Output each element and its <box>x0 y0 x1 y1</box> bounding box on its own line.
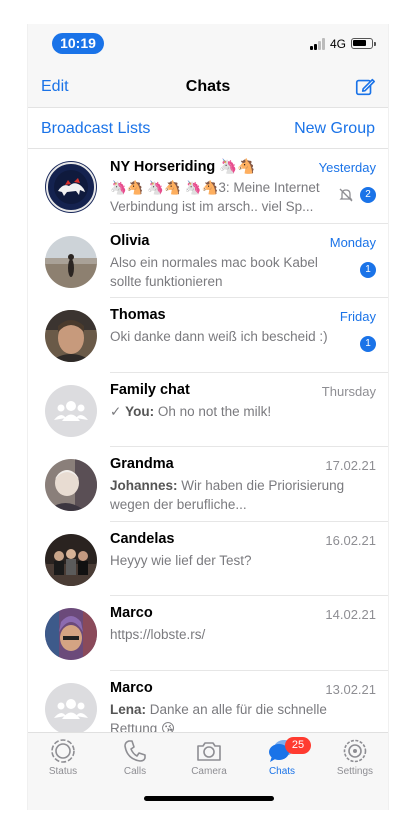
battery-icon <box>351 38 376 49</box>
chat-preview: 🦄🐴 🦄🐴 🦄🐴3: Meine Internet Verbindung ist… <box>110 180 320 214</box>
group-avatar-icon <box>45 384 97 437</box>
tab-label: Settings <box>336 766 374 777</box>
chat-row[interactable]: Olivia Monday Also ein normales mac book… <box>28 224 388 298</box>
chat-date: 13.02.21 <box>325 681 376 697</box>
status-icon <box>51 739 75 763</box>
tab-camera[interactable]: Camera <box>174 737 244 777</box>
chat-preview: ✓ You: Oh no not the milk! <box>110 403 272 419</box>
tab-status[interactable]: Status <box>28 737 98 777</box>
chat-row[interactable]: Candelas 16.02.21 Heyyy wie lief der Tes… <box>28 522 388 596</box>
network-label: 4G <box>330 37 347 51</box>
page-title: Chats <box>185 78 231 95</box>
chat-name: Marco <box>110 605 153 621</box>
chat-date: 16.02.21 <box>325 532 376 548</box>
chat-date: 14.02.21 <box>325 607 376 622</box>
tab-label: Calls <box>123 766 147 777</box>
signal-icon <box>310 38 328 50</box>
tab-label: Chats <box>268 766 296 777</box>
chat-date: Friday <box>339 309 376 324</box>
avatar <box>45 459 97 511</box>
chat-name: Candelas <box>110 530 175 547</box>
chat-preview: https://lobste.rs/ <box>110 627 206 642</box>
phone-icon <box>124 740 146 762</box>
chat-sender: You: <box>125 403 155 419</box>
chat-date: Yesterday <box>318 160 376 175</box>
chat-date: Thursday <box>321 383 376 399</box>
avatar <box>45 310 97 362</box>
unread-badge: 1 <box>360 336 376 352</box>
chat-date: Monday <box>329 234 376 250</box>
chat-name: Olivia <box>110 232 150 249</box>
chat-date: 17.02.21 <box>325 458 376 473</box>
chat-preview: Heyyy wie lief der Test? <box>110 552 252 568</box>
gear-icon <box>343 739 367 763</box>
chat-row[interactable]: Marco 14.02.21 https://lobste.rs/ <box>28 596 388 671</box>
chat-name: NY Horseriding 🦄🐴 <box>110 159 256 175</box>
phone-screen: 10:19 4G Edit Chats Broadcast Lists New … <box>27 24 389 810</box>
tab-label: Camera <box>191 766 227 777</box>
chats-unread-badge: 25 <box>285 737 311 754</box>
avatar <box>45 533 97 586</box>
chat-sender: Johannes: <box>110 478 178 493</box>
tab-settings[interactable]: Settings <box>320 737 388 777</box>
home-indicator[interactable] <box>144 796 274 801</box>
compose-icon[interactable] <box>354 76 376 98</box>
chat-name-emoji: 🦄🐴 <box>219 159 256 175</box>
status-time[interactable]: 10:19 <box>52 33 104 54</box>
broadcast-lists-link[interactable]: Broadcast Lists <box>41 120 150 138</box>
group-avatar-icon <box>45 682 97 735</box>
avatar <box>45 161 97 213</box>
chat-name: Thomas <box>110 307 166 323</box>
tab-chats[interactable]: Chats 25 <box>247 737 317 777</box>
tab-label: Status <box>48 766 78 777</box>
chat-sender: Lena: <box>110 701 147 717</box>
chat-row[interactable]: NY Horseriding 🦄🐴 Yesterday 🦄🐴 🦄🐴 🦄🐴3: M… <box>28 149 388 224</box>
camera-icon <box>197 742 221 761</box>
chat-name: Marco <box>110 679 153 696</box>
status-bar: 10:19 4G <box>28 24 388 68</box>
tab-calls[interactable]: Calls <box>100 737 170 777</box>
list-actions-bar: Broadcast Lists New Group <box>28 109 388 149</box>
navigation-bar: Edit Chats <box>28 68 388 108</box>
new-group-link[interactable]: New Group <box>294 120 375 138</box>
chat-row[interactable]: Grandma 17.02.21 Johannes: Wir haben die… <box>28 447 388 522</box>
read-check-icon: ✓ <box>110 403 122 419</box>
avatar <box>45 608 97 660</box>
unread-badge: 1 <box>360 261 376 278</box>
chat-list: NY Horseriding 🦄🐴 Yesterday 🦄🐴 🦄🐴 🦄🐴3: M… <box>28 149 388 745</box>
unread-badge: 2 <box>360 187 376 203</box>
chat-preview: Oki danke dann weiß ich bescheid :) <box>110 329 328 344</box>
chat-name: Grandma <box>110 456 174 472</box>
chat-row[interactable]: Thomas Friday Oki danke dann weiß ich be… <box>28 298 388 373</box>
chat-row[interactable]: Family chat Thursday ✓ You: Oh no not th… <box>28 373 388 447</box>
avatar <box>45 235 97 288</box>
chat-preview: Also ein normales mac book Kabel sollte … <box>110 254 318 289</box>
muted-icon <box>339 188 353 202</box>
chat-name: Family chat <box>110 381 190 398</box>
chat-preview: Johannes: Wir haben die Priorisierung we… <box>110 478 345 512</box>
